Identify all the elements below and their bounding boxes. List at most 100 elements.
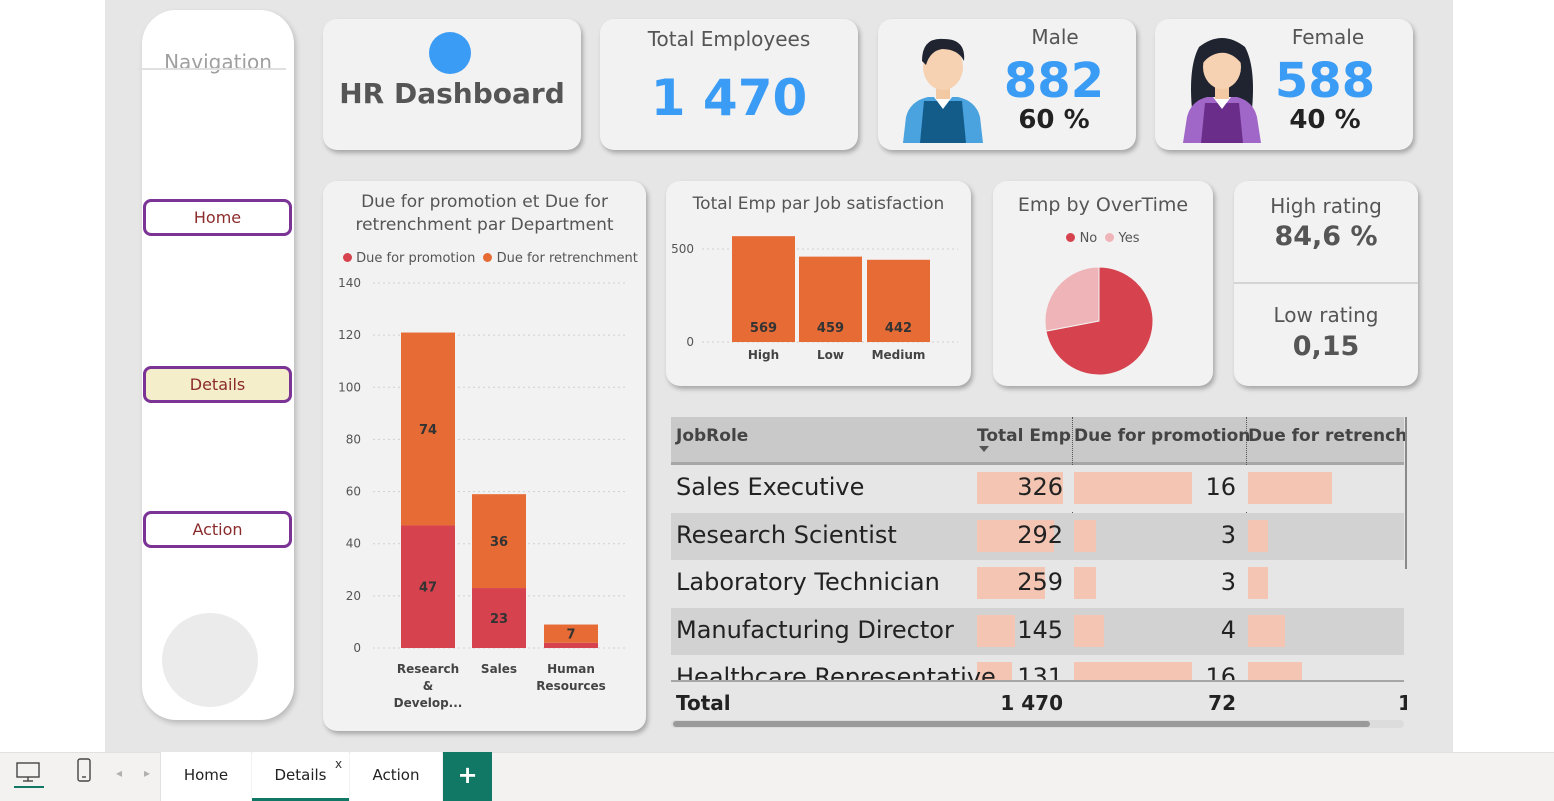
high-rating-label: High rating bbox=[1270, 194, 1382, 218]
total-emp-cell: 259 bbox=[1017, 568, 1063, 596]
bar-data-label: 74 bbox=[419, 423, 437, 438]
close-tab-icon[interactable]: x bbox=[335, 757, 342, 771]
x-tick-label: Resources bbox=[536, 679, 606, 693]
bar-promotion[interactable] bbox=[544, 642, 598, 648]
retrenchment-bar bbox=[1248, 472, 1332, 504]
job-satisfaction-chart: 0 500 569 High 459 Low 442 Medium bbox=[671, 236, 958, 362]
y-tick-label: 140 bbox=[338, 276, 361, 290]
x-tick-label: & bbox=[423, 679, 433, 693]
logo-icon bbox=[429, 32, 471, 74]
total-emp-value: 1 470 bbox=[1000, 691, 1063, 715]
table-row[interactable]: Laboratory Technician 259 3 bbox=[671, 560, 1404, 607]
bar-data-label: 459 bbox=[817, 321, 844, 336]
sort-desc-icon[interactable] bbox=[979, 446, 989, 452]
tab-home[interactable]: Home bbox=[161, 752, 251, 801]
y-tick-label: 0 bbox=[686, 335, 694, 349]
total-emp-cell: 326 bbox=[1017, 473, 1063, 501]
y-tick-label: 20 bbox=[346, 589, 361, 603]
x-tick-label: Low bbox=[817, 348, 844, 362]
female-count: 588 bbox=[1274, 53, 1376, 109]
y-tick-label: 80 bbox=[346, 432, 361, 446]
profile-avatar bbox=[162, 613, 258, 707]
promotion-cell: 16 bbox=[1205, 473, 1236, 501]
legend-yes-dot bbox=[1105, 233, 1115, 242]
total-employees-value: 1 470 bbox=[650, 69, 808, 127]
legend-retrenchment-label: Due for retrenchment bbox=[496, 251, 638, 266]
low-rating-value: 0,15 bbox=[1292, 331, 1360, 362]
male-percent: 60 % bbox=[1018, 105, 1090, 135]
male-label: Male bbox=[1031, 25, 1079, 49]
vertical-scrollbar-thumb[interactable] bbox=[1405, 417, 1407, 569]
rating-divider bbox=[1234, 282, 1418, 284]
overtime-legend: No Yes bbox=[993, 231, 1213, 246]
total-label: Total bbox=[676, 691, 731, 715]
mobile-view-icon[interactable] bbox=[76, 758, 92, 784]
prev-page-icon[interactable]: ◂ bbox=[116, 766, 122, 780]
col-header-jobrole[interactable]: JobRole bbox=[676, 426, 748, 446]
jobrole-cell: Sales Executive bbox=[676, 473, 865, 501]
desktop-view-icon[interactable] bbox=[14, 760, 44, 788]
x-tick-label: Human bbox=[547, 662, 595, 676]
female-card: Female 588 40 % bbox=[1155, 19, 1413, 150]
col-header-due-retrenchment[interactable]: Due for retrenchm bbox=[1248, 426, 1407, 446]
bar-data-label: 23 bbox=[490, 612, 508, 627]
x-tick-label: Research bbox=[397, 662, 459, 676]
add-page-button[interactable]: + bbox=[443, 752, 492, 801]
bar-data-label: 569 bbox=[750, 321, 777, 336]
female-percent: 40 % bbox=[1289, 105, 1361, 135]
job-satisfaction-card: Total Emp par Job satisfaction 0 500 569 Hi… bbox=[666, 181, 971, 386]
nav-details-button[interactable]: Details bbox=[143, 366, 292, 403]
overtime-card: Emp by OverTime No Yes bbox=[993, 181, 1213, 386]
table-row[interactable]: Manufacturing Director 145 4 bbox=[671, 607, 1404, 655]
promotion-cell: 3 bbox=[1220, 568, 1236, 596]
page-title: HR Dashboard bbox=[339, 77, 565, 110]
male-count: 882 bbox=[1003, 53, 1105, 109]
promotion-cell: 3 bbox=[1220, 520, 1236, 549]
overtime-pie-chart bbox=[1044, 266, 1154, 376]
nav-action-button[interactable]: Action bbox=[143, 511, 292, 548]
male-card: Male 882 60 % bbox=[878, 19, 1136, 150]
x-tick-label: Medium bbox=[872, 348, 926, 362]
legend-retrenchment-dot bbox=[483, 253, 493, 262]
overtime-title: Emp by OverTime bbox=[1017, 194, 1189, 216]
bar-data-label: 7 bbox=[566, 628, 575, 643]
jobrole-cell: Laboratory Technician bbox=[676, 568, 940, 596]
retrenchment-bar bbox=[1248, 614, 1285, 647]
pie-slice-yes[interactable] bbox=[1044, 266, 1100, 332]
y-tick-label: 500 bbox=[671, 242, 694, 256]
jobrole-table: JobRole Total Emp Due for promotion Due … bbox=[671, 417, 1407, 730]
department-chart-title: Due for promotion et Due for retrenchmen… bbox=[355, 192, 614, 235]
next-page-icon[interactable]: ▸ bbox=[144, 766, 150, 780]
y-tick-label: 0 bbox=[353, 641, 361, 655]
bar-data-label: 36 bbox=[490, 535, 508, 550]
retrenchment-bar bbox=[1248, 519, 1269, 552]
table-row[interactable]: Sales Executive 326 16 bbox=[671, 465, 1404, 512]
retrenchment-bar bbox=[1248, 567, 1269, 599]
col-header-total-emp[interactable]: Total Emp bbox=[977, 426, 1071, 446]
high-rating-value: 84,6 % bbox=[1274, 221, 1378, 252]
horizontal-scrollbar-thumb[interactable] bbox=[673, 721, 1370, 727]
col-header-due-promotion[interactable]: Due for promotion bbox=[1074, 426, 1250, 446]
jobrole-cell: Manufacturing Director bbox=[676, 615, 954, 644]
rating-card: High rating 84,6 % Low rating 0,15 bbox=[1234, 181, 1418, 386]
department-chart: 0 20 40 60 80 100 120 140 47 74 Research & Develop..… bbox=[338, 276, 628, 710]
legend-yes-label: Yes bbox=[1118, 231, 1140, 246]
legend-no-dot bbox=[1066, 233, 1076, 242]
jobrole-cell: Research Scientist bbox=[676, 520, 897, 549]
y-tick-label: 120 bbox=[338, 328, 361, 342]
tab-action[interactable]: Action bbox=[350, 752, 442, 801]
promotion-cell: 4 bbox=[1220, 615, 1236, 644]
bar-data-label: 47 bbox=[419, 581, 437, 596]
legend-no-label: No bbox=[1079, 231, 1098, 246]
table-row[interactable]: Research Scientist 292 3 bbox=[671, 512, 1404, 560]
job-satisfaction-title: Total Emp par Job satisfaction bbox=[692, 194, 945, 214]
y-tick-label: 40 bbox=[346, 537, 361, 551]
nav-home-button[interactable]: Home bbox=[143, 199, 292, 236]
total-retrenchment-value: 1 bbox=[1398, 691, 1407, 715]
x-tick-label: High bbox=[748, 348, 779, 362]
y-tick-label: 60 bbox=[346, 485, 361, 499]
total-emp-cell: 145 bbox=[1017, 615, 1063, 644]
total-promotion-value: 72 bbox=[1208, 691, 1236, 715]
navigation-divider bbox=[138, 68, 286, 70]
total-employees-label: Total Employees bbox=[647, 27, 811, 51]
